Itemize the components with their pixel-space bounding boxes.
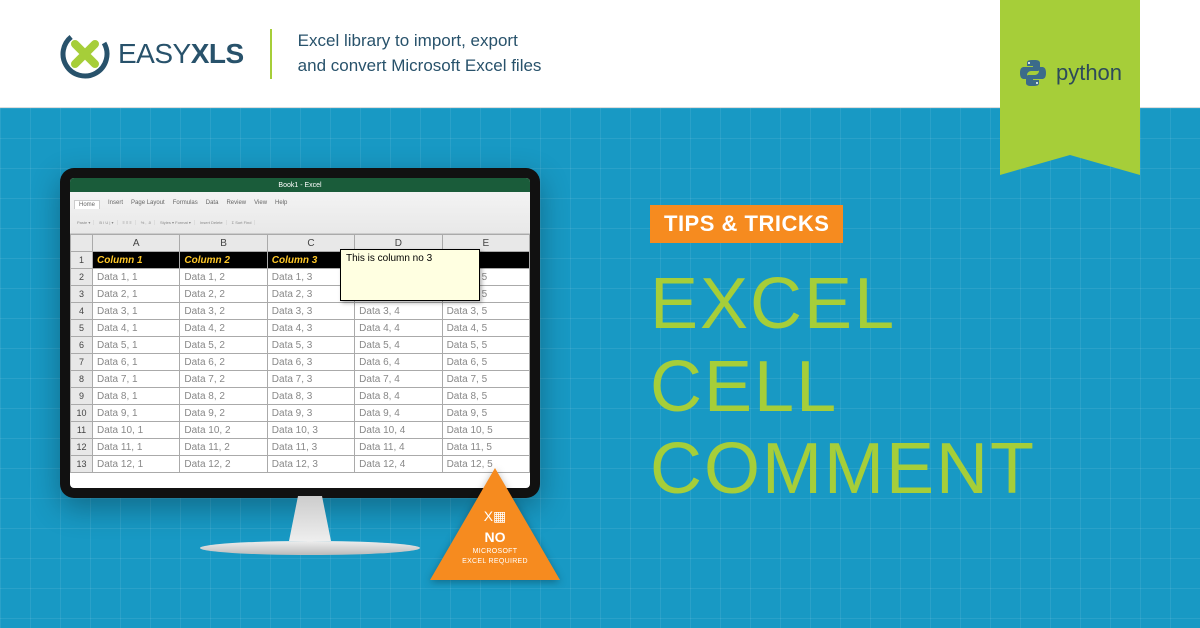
tagline: Excel library to import, export and conv… [298, 29, 542, 78]
python-icon [1018, 58, 1048, 88]
headline-line-2: CELL [650, 346, 1036, 429]
ribbon-label: python [1056, 60, 1122, 86]
tips-tricks-tag: TIPS & TRICKS [650, 205, 843, 243]
excel-file-icon: X▦ [430, 508, 560, 525]
headline-line-1: EXCEL [650, 263, 1036, 346]
headline-line-3: COMMENT [650, 428, 1036, 511]
cell-comment-tooltip: This is column no 3 [340, 249, 480, 301]
divider [270, 29, 272, 79]
monitor-illustration: Book1 - Excel HomeInsertPage LayoutFormu… [60, 168, 560, 608]
header-bar: EASYXLS Excel library to import, export … [0, 0, 1200, 108]
no-excel-badge: X▦ NO MICROSOFT EXCEL REQUIRED [430, 468, 560, 583]
window-title: Book1 - Excel [70, 178, 530, 192]
excel-ribbon: HomeInsertPage LayoutFormulasDataReviewV… [70, 192, 530, 234]
headline-copy: TIPS & TRICKS EXCEL CELL COMMENT [650, 205, 1036, 511]
excel-screen: Book1 - Excel HomeInsertPage LayoutFormu… [70, 178, 530, 488]
hero-section: Book1 - Excel HomeInsertPage LayoutFormu… [0, 108, 1200, 628]
brand-logo: EASYXLS [60, 29, 244, 79]
language-ribbon: python [1000, 0, 1140, 155]
easyxls-logo-icon [60, 29, 110, 79]
brand-name: EASYXLS [118, 38, 244, 70]
